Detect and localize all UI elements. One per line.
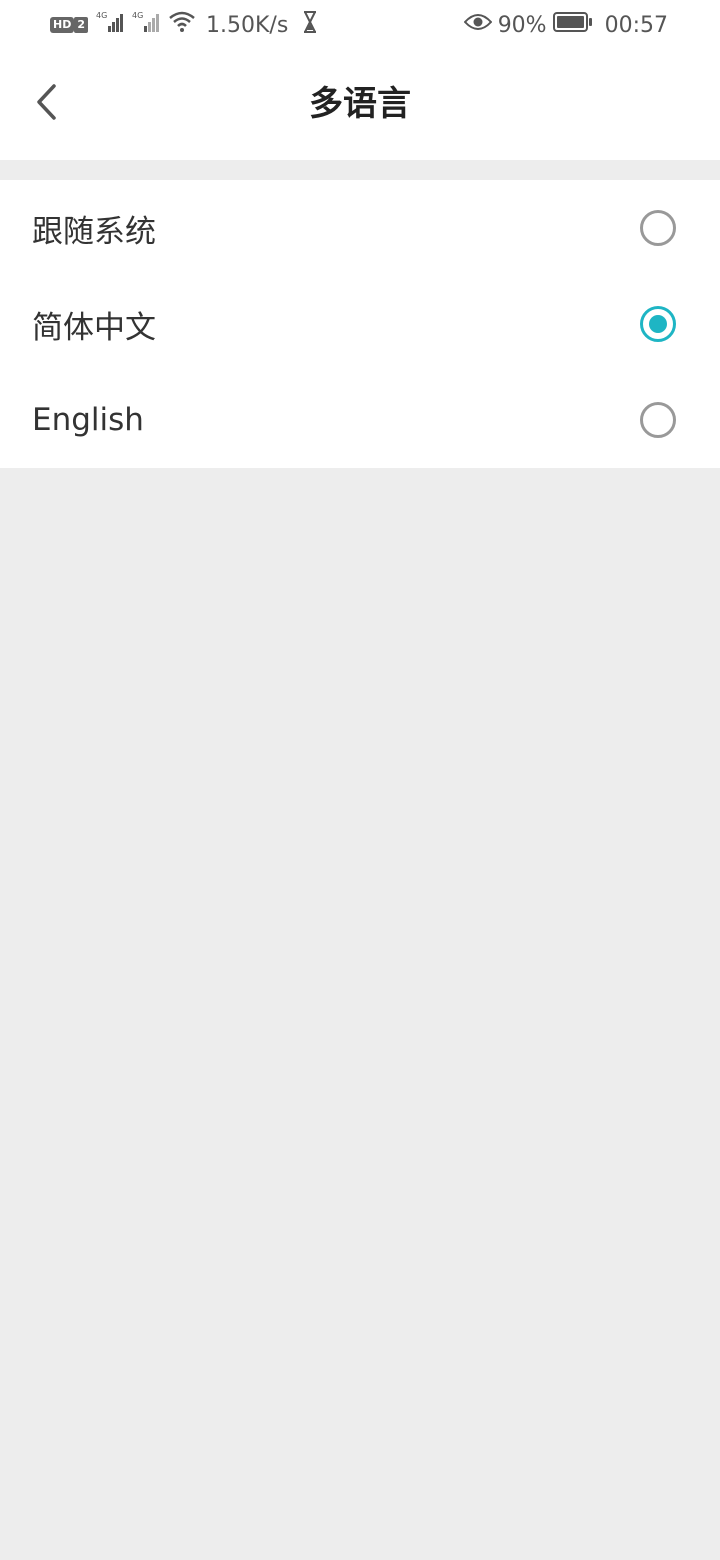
clock: 00:57 [604, 12, 668, 38]
hourglass-icon [302, 10, 318, 40]
network-speed: 1.50K/s [206, 12, 289, 38]
language-option-simplified-chinese[interactable]: 简体中文 [0, 276, 720, 372]
header: 多语言 [0, 50, 720, 160]
language-list: 跟随系统 简体中文 English [0, 180, 720, 468]
radio-button[interactable] [640, 402, 676, 438]
status-bar: HD 2 4G 4G 1.50K/s 90% 00:57 [0, 0, 720, 50]
signal-4g-2-icon: 4G [132, 10, 162, 40]
battery-icon [552, 11, 593, 39]
signal-4g-icon: 4G [96, 10, 126, 40]
language-label: 跟随系统 [32, 213, 156, 250]
status-bar-left: HD 2 4G 4G 1.50K/s [50, 10, 324, 40]
language-option-english[interactable]: English [0, 372, 720, 468]
language-label: English [32, 402, 144, 438]
eye-icon [463, 12, 493, 38]
radio-button-selected[interactable] [640, 306, 676, 342]
language-option-follow-system[interactable]: 跟随系统 [0, 180, 720, 276]
hd-icon: HD [50, 17, 75, 33]
radio-button[interactable] [640, 210, 676, 246]
wifi-icon [168, 10, 196, 40]
status-bar-right: 90% 00:57 [463, 10, 668, 40]
language-label: 简体中文 [32, 309, 156, 346]
svg-text:4G: 4G [132, 11, 143, 20]
svg-text:4G: 4G [96, 11, 107, 20]
page-title: 多语言 [309, 84, 411, 124]
battery-percent: 90% [497, 12, 547, 38]
sim2-icon: 2 [74, 17, 88, 33]
